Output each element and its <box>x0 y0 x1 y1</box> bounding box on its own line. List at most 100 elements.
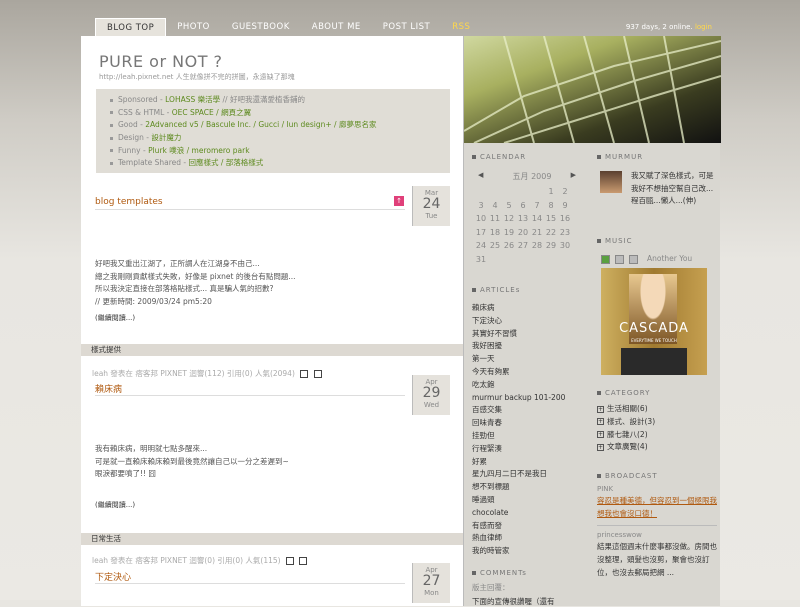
site-status: 937 days, 2 online. login <box>626 23 712 31</box>
prev-month-arrow-icon[interactable]: ◀ <box>478 171 483 179</box>
category-label: 膝七雜八(2) <box>607 429 648 439</box>
link-anchor[interactable]: 2Advanced v5 / Bascule Inc. / Gucci / lu… <box>145 120 376 129</box>
link-row: Sponsored - LOHASS 樂活學 // 好吧我還滿愛植香鋪的 <box>110 94 450 107</box>
comments-title-text: COMMENTs <box>480 569 527 577</box>
next-month-arrow-icon[interactable]: ▶ <box>571 171 576 179</box>
link-anchor[interactable]: OEC SPACE / 網頁之翼 <box>172 108 251 117</box>
comment-text[interactable]: 下面的宣傳很讚喔（還有 <box>472 596 592 607</box>
article-link[interactable]: 回味青春 <box>472 417 592 430</box>
link-row: Design - 設計魔力 <box>110 132 450 145</box>
article-link[interactable]: 第一天 <box>472 353 592 366</box>
blog-header: PURE or NOT ? http://leah.pixnet.net 人生就… <box>99 52 295 82</box>
article-link[interactable]: 其實好不習慣 <box>472 328 592 341</box>
link-anchor[interactable]: 回應樣式 / 部落格樣式 <box>189 158 264 167</box>
expand-plus-icon[interactable]: + <box>597 418 604 426</box>
post-line: 好吧我又重出江湖了，正所謂人在江湖身不由己... <box>95 259 260 268</box>
bullet-icon <box>472 571 476 575</box>
trash-icon[interactable] <box>313 370 322 378</box>
category-item[interactable]: + 膝七雜八(2) <box>597 429 717 442</box>
post-title[interactable]: 賴床病 <box>95 382 122 395</box>
category-widget: CATEGORY + 生活相關(6) + 樣式、設計(3) + 膝七雜八(2) + 文章廣覽(… <box>597 389 717 454</box>
link-anchor[interactable]: Plurk 噗浪 / meromero park <box>148 146 250 155</box>
play-icon[interactable] <box>601 255 610 264</box>
article-link[interactable]: 行程緊湊 <box>472 443 592 456</box>
edit-icon[interactable] <box>300 370 309 378</box>
calendar-day <box>544 255 558 264</box>
expand-plus-icon[interactable]: + <box>597 431 604 439</box>
calendar-day: 5 <box>506 200 512 210</box>
broadcast-message[interactable]: 容忍是種美德，但容忍到一個極限我想我也會沒口德！ <box>597 495 717 520</box>
article-link[interactable]: chocolate <box>472 507 592 520</box>
broadcast-title-text: BROADCAST <box>605 472 658 480</box>
trash-icon[interactable] <box>299 557 308 565</box>
murmur-avatar[interactable] <box>600 171 622 193</box>
stop-icon[interactable] <box>629 255 638 264</box>
post-day: 29 <box>422 385 441 401</box>
nav-rss[interactable]: RSS <box>441 18 481 36</box>
nav-post-list[interactable]: POST LIST <box>372 18 441 36</box>
category-item[interactable]: + 樣式、設計(3) <box>597 416 717 429</box>
article-link[interactable]: 我的時管家 <box>472 545 592 558</box>
album-title: CASCADA <box>619 321 689 336</box>
article-link[interactable]: 想不到標題 <box>472 481 592 494</box>
album-subtitle: EVERYTIME WE TOUCH <box>631 338 677 343</box>
post-title[interactable]: 下定決心 <box>95 570 131 583</box>
link-label: Design - <box>118 133 152 143</box>
article-link[interactable]: murmur backup 101-200 <box>472 392 592 405</box>
album-cover-skirt <box>621 348 687 375</box>
article-link[interactable]: 挂勁但 <box>472 430 592 443</box>
post-date: Apr 27 Mon <box>412 563 450 603</box>
top-nav: BLOG TOP PHOTO GUESTBOOK ABOUT ME POST L… <box>95 18 481 36</box>
calendar-grid: 1 2 3 4 5 6 7 8 9 10 11 12 13 14 15 16 17 18 19 20 21 22 23 24 2… <box>474 187 592 264</box>
login-link[interactable]: login <box>695 23 712 31</box>
calendar-day: 24 <box>475 241 487 250</box>
post-category[interactable]: 樣式提供 <box>81 344 463 356</box>
article-link[interactable]: 我好困擾 <box>472 340 592 353</box>
article-link[interactable]: 賴床病 <box>472 302 592 315</box>
calendar-day: 7 <box>534 200 540 210</box>
nav-blog-top[interactable]: BLOG TOP <box>95 18 167 36</box>
bullet-icon <box>597 474 601 478</box>
read-more-link[interactable]: (繼續閱讀...) <box>95 313 135 323</box>
post-meta-text: leah 發表在 痞客邦 PIXNET 迴響(112) 引用(0) 人氣(209… <box>92 369 295 378</box>
expand-plus-icon[interactable]: + <box>597 443 604 451</box>
murmur-title-text: MURMUR <box>605 153 644 161</box>
article-link[interactable]: 熱血律師 <box>472 532 592 545</box>
article-link[interactable]: 下定決心 <box>472 315 592 328</box>
article-link[interactable]: 百感交集 <box>472 404 592 417</box>
calendar-day <box>516 187 530 196</box>
nav-about-me[interactable]: ABOUT ME <box>301 18 372 36</box>
article-link[interactable]: 好累 <box>472 456 592 469</box>
article-link[interactable]: 吃太飽 <box>472 379 592 392</box>
post-weekday: Mon <box>424 589 439 597</box>
link-label: Funny - <box>118 145 149 155</box>
nav-photo[interactable]: PHOTO <box>166 18 221 36</box>
pause-icon[interactable] <box>615 255 624 264</box>
article-link[interactable]: 星九四月二日不是我日 <box>472 468 592 481</box>
article-link[interactable]: 睡過頭 <box>472 494 592 507</box>
edit-icon[interactable] <box>285 557 294 565</box>
link-row: CSS & HTML - OEC SPACE / 網頁之翼 <box>110 107 450 120</box>
category-item[interactable]: + 文章廣覽(4) <box>597 441 717 454</box>
calendar-day: 9 <box>562 200 568 210</box>
calendar-day: 31 <box>475 254 487 264</box>
music-title: MUSIC <box>597 237 717 245</box>
article-link[interactable]: 有感而發 <box>472 520 592 533</box>
category-item[interactable]: + 生活相關(6) <box>597 403 717 416</box>
read-more-link[interactable]: (繼續閱讀...) <box>95 500 135 510</box>
calendar-day: 14 <box>531 214 543 223</box>
link-anchor[interactable]: LOHASS 樂活學 <box>165 95 220 104</box>
category-title-text: CATEGORY <box>605 389 651 397</box>
post-category[interactable]: 日常生活 <box>81 533 463 545</box>
blog-title[interactable]: PURE or NOT ? <box>99 52 295 71</box>
calendar-day: 26 <box>503 241 515 250</box>
expand-plus-icon[interactable]: + <box>597 405 604 413</box>
category-label: 文章廣覽(4) <box>607 442 648 452</box>
post-meta: leah 發表在 痞客邦 PIXNET 迴響(112) 引用(0) 人氣(209… <box>92 368 322 379</box>
post-title[interactable]: blog templates <box>95 197 163 207</box>
music-player: Another You <box>601 254 717 266</box>
category-label: 生活相關(6) <box>607 404 648 413</box>
article-link[interactable]: 今天有夠累 <box>472 366 592 379</box>
link-anchor[interactable]: 設計魔力 <box>151 133 181 142</box>
nav-guestbook[interactable]: GUESTBOOK <box>221 18 301 36</box>
